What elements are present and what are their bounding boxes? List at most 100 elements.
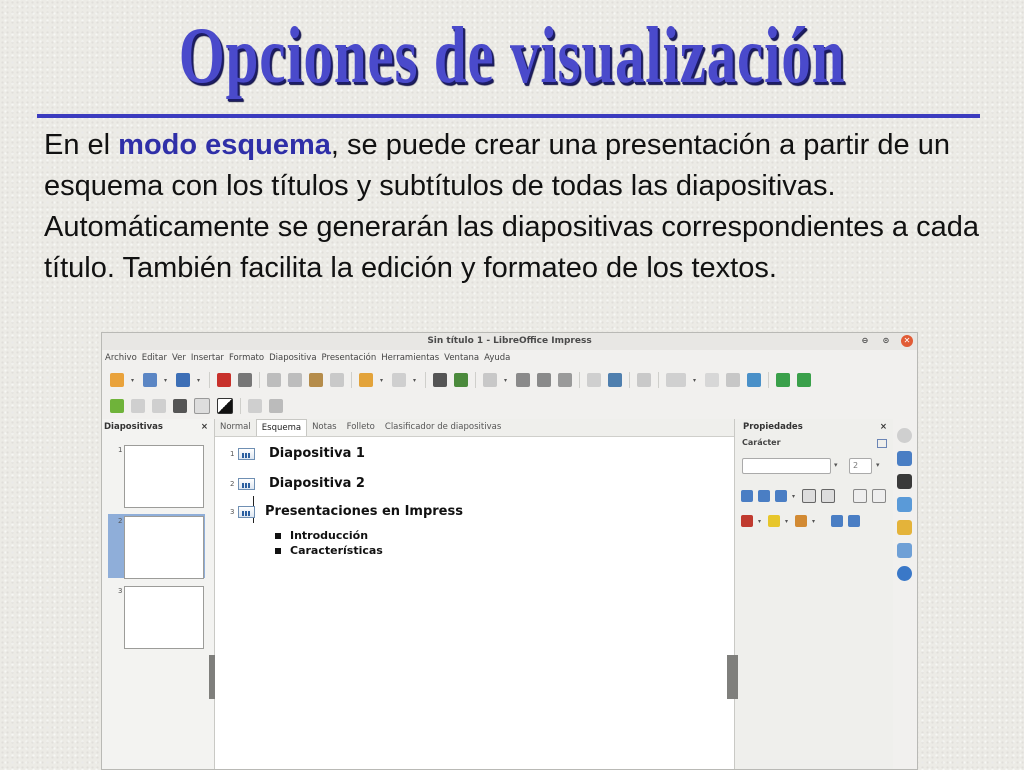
black-white-icon[interactable] — [217, 398, 233, 414]
slide-thumbnail-3[interactable] — [124, 586, 204, 649]
navigator-deck-icon[interactable] — [897, 566, 912, 581]
first-level-icon[interactable] — [248, 399, 262, 413]
outline-slide-row[interactable]: 1 Diapositiva 1 — [230, 446, 365, 461]
highlight-icon[interactable] — [768, 515, 780, 527]
redo-icon[interactable] — [392, 373, 406, 387]
find-replace-icon[interactable] — [433, 373, 447, 387]
tab-normal[interactable]: Normal — [215, 419, 256, 436]
spellcheck-icon[interactable] — [454, 373, 468, 387]
new-document-icon[interactable] — [110, 373, 124, 387]
decrease-size-icon[interactable] — [848, 515, 860, 527]
arrow-left-icon[interactable] — [131, 399, 145, 413]
tab-clasificador[interactable]: Clasificador de diapositivas — [380, 419, 506, 436]
tab-esquema[interactable]: Esquema — [255, 419, 308, 436]
outline-slide-row[interactable]: 2 Diapositiva 2 — [230, 476, 365, 491]
font-name-field[interactable] — [742, 458, 831, 474]
slides-pane-title: Diapositivas — [104, 422, 163, 432]
grow-font-icon[interactable] — [741, 490, 753, 502]
clear-format-icon[interactable] — [802, 489, 816, 503]
styles-icon[interactable] — [897, 520, 912, 535]
duplicate-slide-icon[interactable] — [726, 373, 740, 387]
maximize-button[interactable]: ⊙ — [880, 335, 892, 347]
image-icon[interactable] — [516, 373, 530, 387]
impress-window: Sin título 1 - LibreOffice Impress ⊖ ⊙ ✕… — [101, 332, 918, 770]
shadow-icon[interactable] — [775, 490, 787, 502]
more-options-icon[interactable] — [877, 439, 887, 448]
strikethrough-icon[interactable] — [821, 489, 835, 503]
hyperlink-icon[interactable] — [608, 373, 622, 387]
menu-editar[interactable]: Editar — [142, 350, 167, 366]
splitter-handle[interactable] — [732, 655, 738, 699]
increase-size-icon[interactable] — [831, 515, 843, 527]
properties-deck-icon[interactable] — [897, 428, 912, 443]
font-size-icon[interactable] — [194, 398, 210, 414]
table-icon[interactable] — [483, 373, 497, 387]
text-box-icon[interactable] — [587, 373, 601, 387]
move-down-icon[interactable] — [152, 399, 166, 413]
close-icon[interactable]: × — [201, 419, 208, 435]
master-slides-icon[interactable] — [897, 497, 912, 512]
export-pdf-icon[interactable] — [217, 373, 231, 387]
outline-number: 3 — [230, 507, 235, 516]
slide-transition-icon[interactable] — [897, 451, 912, 466]
menu-ayuda[interactable]: Ayuda — [484, 350, 510, 366]
open-folder-icon[interactable] — [143, 373, 157, 387]
navigator-icon[interactable] — [637, 373, 651, 387]
cut-icon[interactable] — [267, 373, 281, 387]
print-icon[interactable] — [238, 373, 252, 387]
outline-bullet[interactable]: Características — [275, 544, 383, 557]
character-section-header[interactable]: Carácter — [735, 435, 893, 451]
outline-view: Normal Esquema Notas Folleto Clasificado… — [209, 419, 735, 769]
menu-herramientas[interactable]: Herramientas — [381, 350, 439, 366]
chart-icon[interactable] — [537, 373, 551, 387]
clone-formatting-icon[interactable] — [330, 373, 344, 387]
shrink-font-icon[interactable] — [758, 490, 770, 502]
close-icon[interactable]: × — [880, 419, 887, 435]
chevron-down-icon[interactable]: ▾ — [834, 461, 838, 469]
undo-icon[interactable] — [359, 373, 373, 387]
menu-insertar[interactable]: Insertar — [191, 350, 224, 366]
paste-icon[interactable] — [309, 373, 323, 387]
copy-icon[interactable] — [288, 373, 302, 387]
close-window-button[interactable]: ✕ — [901, 335, 913, 347]
menu-archivo[interactable]: Archivo — [105, 350, 137, 366]
layout-icon[interactable] — [666, 373, 686, 387]
superscript-icon[interactable] — [853, 489, 867, 503]
start-first-slide-icon[interactable] — [776, 373, 790, 387]
slide-thumbnail-2[interactable] — [124, 516, 204, 579]
tab-folleto[interactable]: Folleto — [342, 419, 380, 436]
slide-body-text: En el modo esquema, se puede crear una p… — [44, 125, 984, 289]
font-color-icon[interactable] — [741, 515, 753, 527]
font-size-field[interactable]: 2 — [849, 458, 872, 474]
custom-animation-icon[interactable] — [897, 474, 912, 489]
subscript-icon[interactable] — [872, 489, 886, 503]
slide-layout-icon[interactable] — [747, 373, 761, 387]
save-icon[interactable] — [176, 373, 190, 387]
arrow-right-icon[interactable] — [110, 399, 124, 413]
media-icon[interactable] — [558, 373, 572, 387]
menu-ver[interactable]: Ver — [172, 350, 186, 366]
menu-formato[interactable]: Formato — [229, 350, 264, 366]
menu-ventana[interactable]: Ventana — [444, 350, 479, 366]
menu-diapositiva[interactable]: Diapositiva — [269, 350, 316, 366]
minimize-button[interactable]: ⊖ — [859, 335, 871, 347]
splitter-handle[interactable] — [209, 655, 215, 699]
move-up-icon[interactable] — [173, 399, 187, 413]
new-slide-icon[interactable] — [705, 373, 719, 387]
start-current-slide-icon[interactable] — [797, 373, 811, 387]
slide-number: 1 — [118, 446, 123, 454]
window-title: Sin título 1 - LibreOffice Impress — [427, 336, 592, 346]
character-spacing-icon[interactable] — [795, 515, 807, 527]
tab-notas[interactable]: Notas — [307, 419, 342, 436]
outline-slide-row[interactable]: 3 Presentaciones en Impress — [230, 504, 463, 519]
gallery-icon[interactable] — [897, 543, 912, 558]
slide-title: Opciones de visualización — [178, 12, 846, 100]
outline-title: Presentaciones en Impress — [265, 504, 463, 519]
outline-bullet[interactable]: Introducción — [275, 529, 368, 542]
slide-icon — [238, 505, 255, 518]
all-levels-icon[interactable] — [269, 399, 283, 413]
menu-presentacion[interactable]: Presentación — [322, 350, 377, 366]
slide-thumbnail-1[interactable] — [124, 445, 204, 508]
standard-toolbar: ▾ ▾ ▾ ▾ ▾ ▾ ▾ — [102, 368, 917, 392]
chevron-down-icon[interactable]: ▾ — [876, 461, 880, 469]
